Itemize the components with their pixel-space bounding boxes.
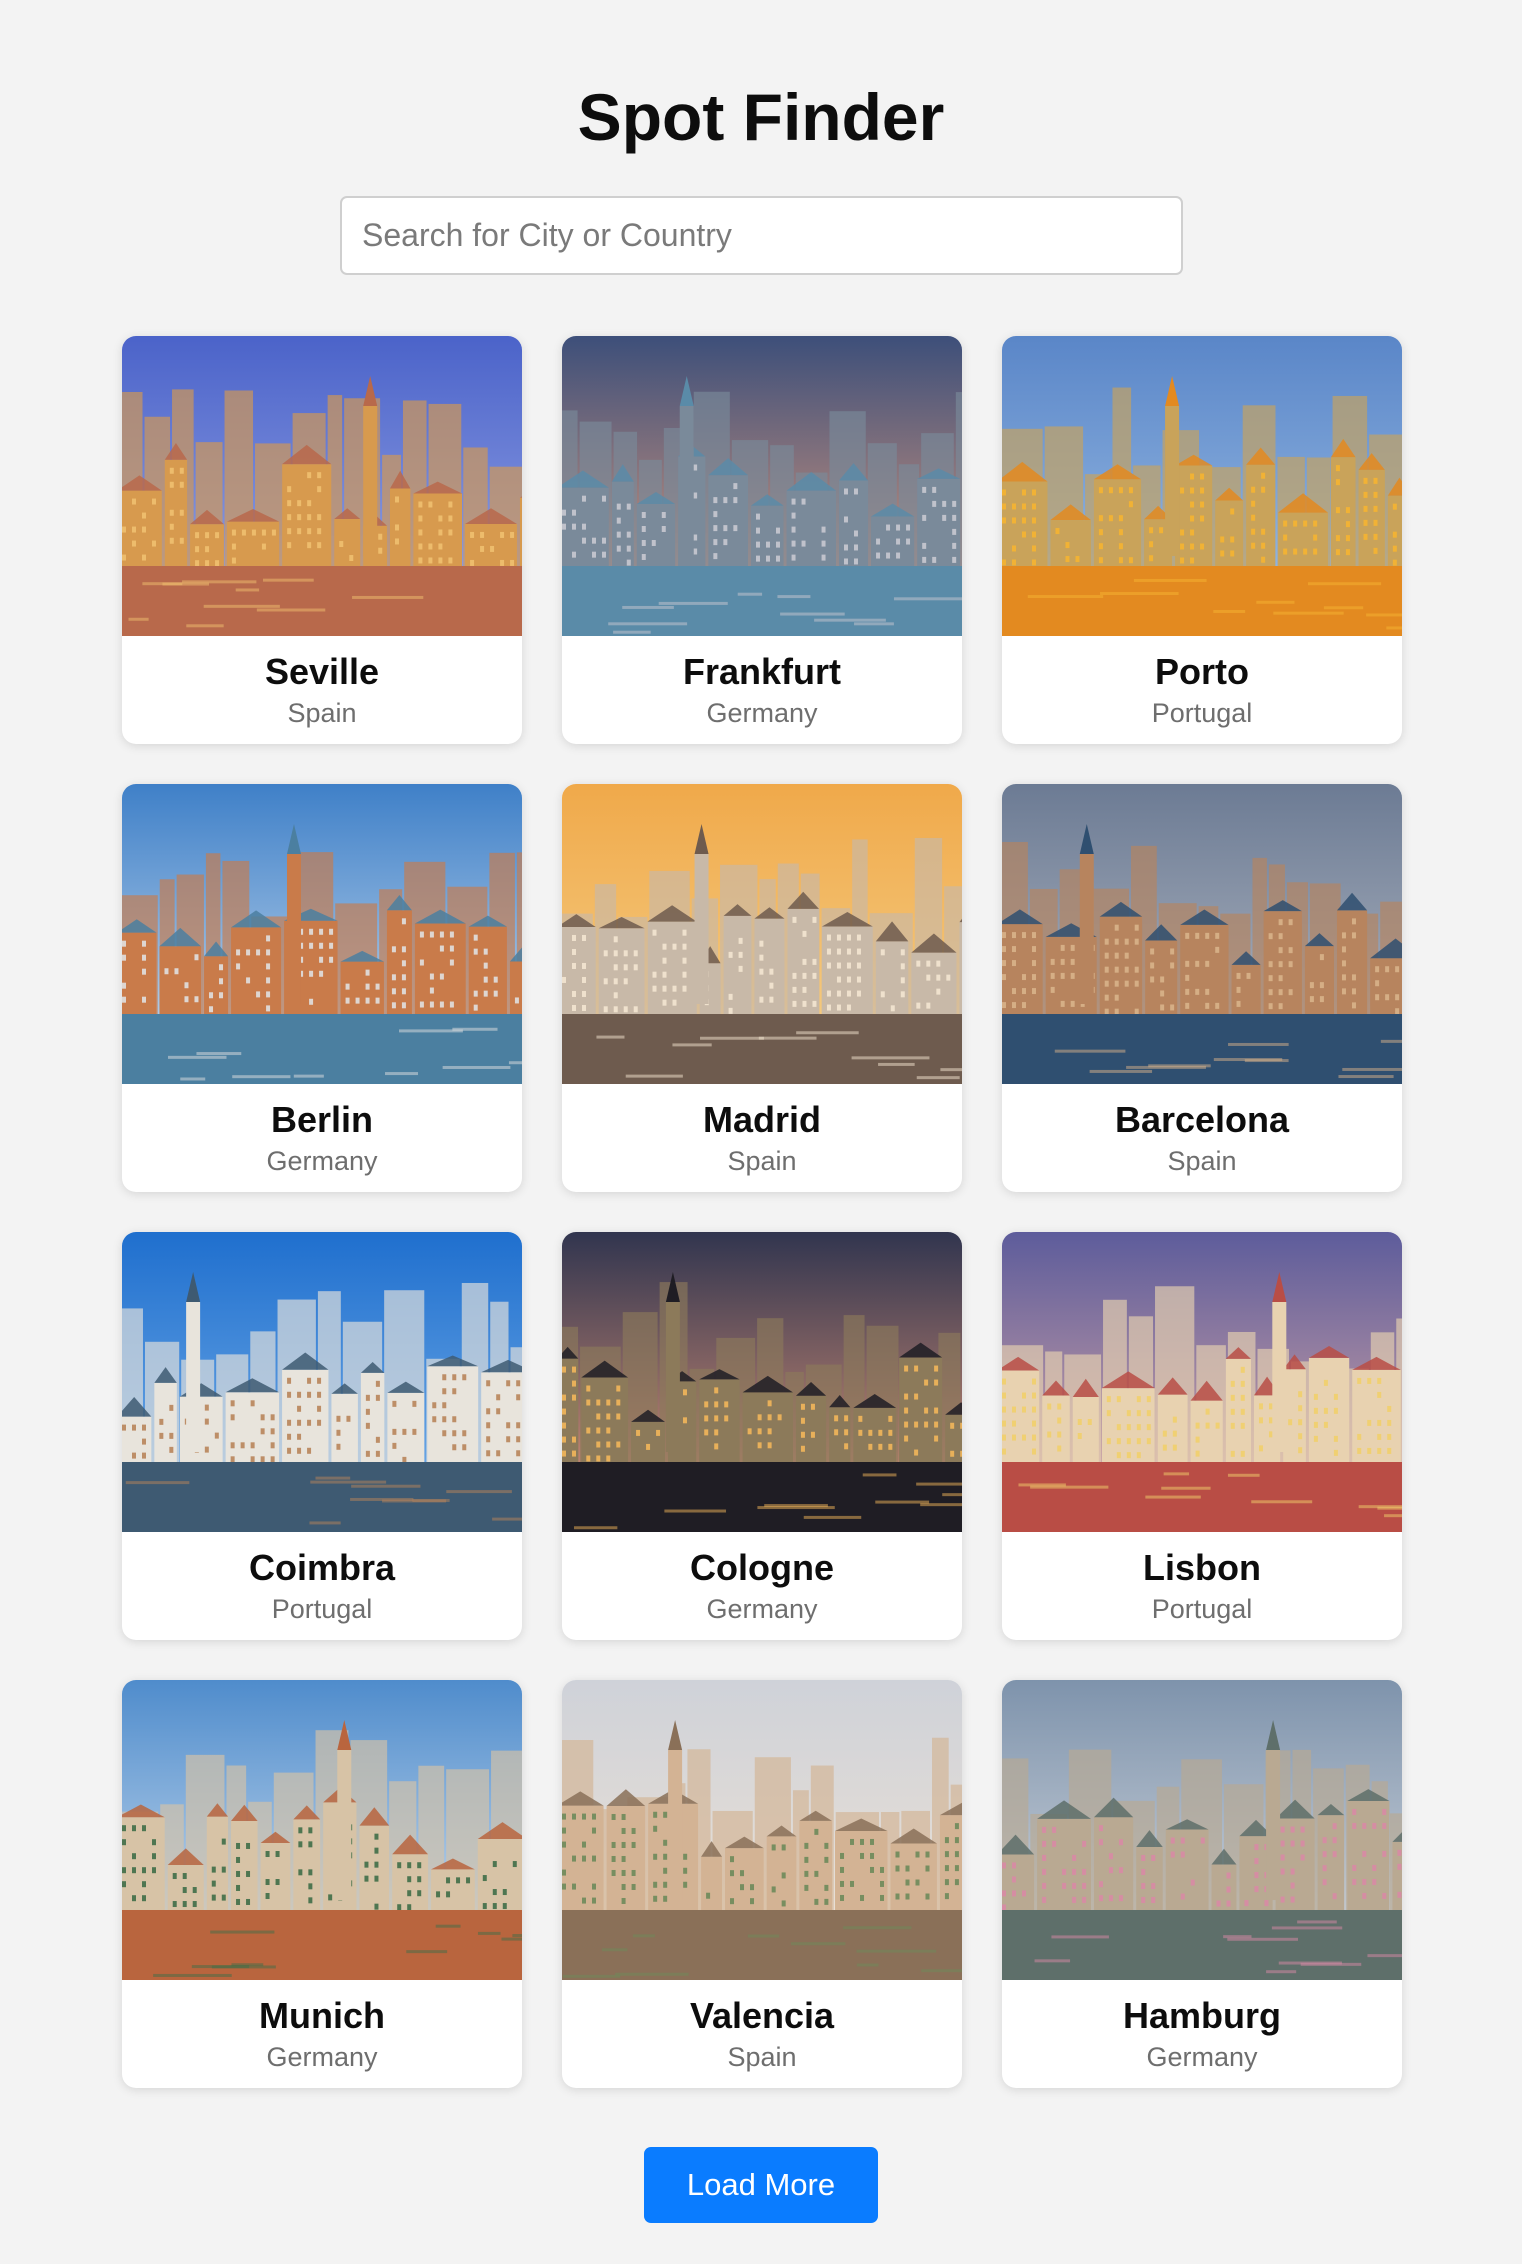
city-image <box>1002 1680 1402 1980</box>
city-image <box>122 784 522 1084</box>
load-more-button[interactable]: Load More <box>644 2147 878 2223</box>
city-country: Germany <box>266 1146 378 1176</box>
city-country: Portugal <box>271 1594 373 1624</box>
city-image <box>1002 784 1402 1084</box>
city-image <box>1002 336 1402 636</box>
city-image <box>562 784 962 1084</box>
city-card-cologne[interactable]: Cologne Germany <box>562 1232 962 1640</box>
city-name: Coimbra <box>248 1547 396 1588</box>
city-card-porto[interactable]: Porto Portugal <box>1002 336 1402 744</box>
city-image <box>122 1232 522 1532</box>
city-name: Porto <box>1155 651 1249 692</box>
city-card-coimbra[interactable]: Coimbra Portugal <box>122 1232 522 1640</box>
city-card-barcelona[interactable]: Barcelona Spain <box>1002 784 1402 1192</box>
city-name: Hamburg <box>1122 1995 1281 2036</box>
city-card-hamburg[interactable]: Hamburg Germany <box>1002 1680 1402 2088</box>
city-country: Spain <box>727 2042 797 2072</box>
city-image <box>562 1232 962 1532</box>
city-name: Frankfurt <box>682 651 841 692</box>
city-image <box>122 1680 522 1980</box>
city-card-frankfurt[interactable]: Frankfurt Germany <box>562 336 962 744</box>
city-image <box>1002 1232 1402 1532</box>
city-grid: Seville Spain Frankfurt Germany Porto Po… <box>122 336 1402 2088</box>
city-country: Germany <box>706 1594 818 1624</box>
city-country: Germany <box>1146 2042 1258 2072</box>
page-title: Spot Finder <box>577 80 945 154</box>
city-name: Barcelona <box>1114 1099 1290 1140</box>
city-country: Spain <box>1167 1146 1237 1176</box>
city-image <box>562 336 962 636</box>
city-card-berlin[interactable]: Berlin Germany <box>122 784 522 1192</box>
city-country: Portugal <box>1151 698 1253 728</box>
city-name: Munich <box>259 1995 385 2036</box>
city-card-valencia[interactable]: Valencia Spain <box>562 1680 962 2088</box>
city-image <box>562 1680 962 1980</box>
city-country: Germany <box>266 2042 378 2072</box>
city-name: Seville <box>264 651 380 692</box>
city-country: Germany <box>706 698 818 728</box>
city-name: Madrid <box>702 1099 821 1140</box>
city-card-munich[interactable]: Munich Germany <box>122 1680 522 2088</box>
city-name: Lisbon <box>1143 1547 1261 1588</box>
city-country: Spain <box>727 1146 797 1176</box>
search-input[interactable] <box>340 196 1183 275</box>
city-name: Valencia <box>689 1995 835 2036</box>
city-card-madrid[interactable]: Madrid Spain <box>562 784 962 1192</box>
city-card-seville[interactable]: Seville Spain <box>122 336 522 744</box>
city-image <box>122 336 522 636</box>
city-name: Berlin <box>270 1099 374 1140</box>
city-card-lisbon[interactable]: Lisbon Portugal <box>1002 1232 1402 1640</box>
city-name: Cologne <box>690 1547 834 1588</box>
city-country: Spain <box>287 698 357 728</box>
city-country: Portugal <box>1151 1594 1253 1624</box>
